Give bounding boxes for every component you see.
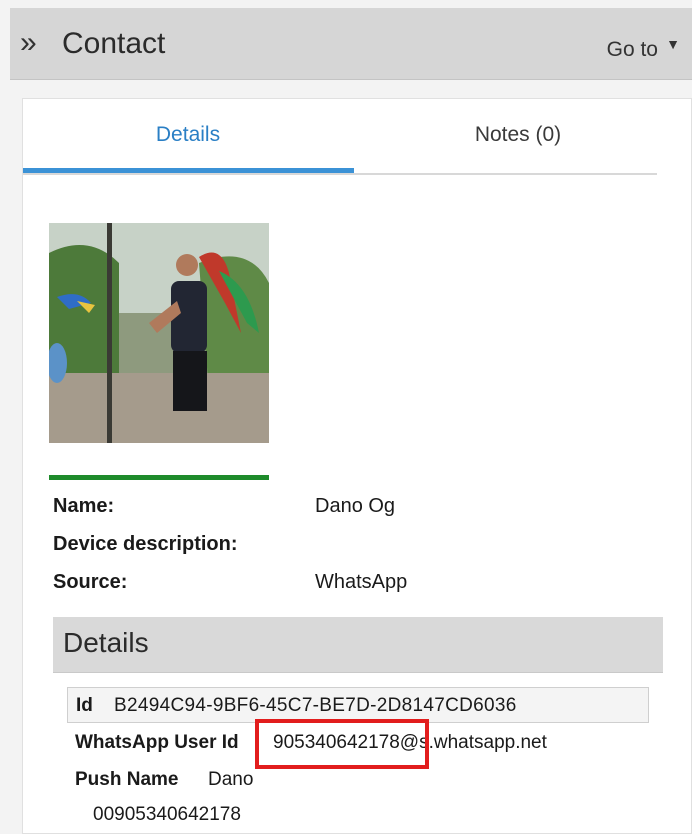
tab-notes[interactable]: Notes (0) bbox=[353, 99, 683, 175]
whatsapp-user-id-row: WhatsApp User Id bbox=[75, 732, 239, 754]
contact-photo[interactable] bbox=[49, 223, 269, 443]
caret-down-icon[interactable]: ▼ bbox=[666, 36, 680, 52]
expand-chevron-icon[interactable]: » bbox=[20, 28, 37, 58]
push-name-row: Push Name bbox=[75, 769, 178, 791]
push-name-value-row: Dano bbox=[208, 769, 253, 791]
phone-value: 00905340642178 bbox=[93, 804, 241, 825]
name-label: Name: bbox=[53, 495, 115, 517]
contact-panel: Details Notes (0) Name: Dano Og Device d… bbox=[22, 98, 692, 834]
contact-window: » Contact Go to ▼ Details Notes (0) Name… bbox=[0, 0, 692, 834]
tab-details[interactable]: Details bbox=[23, 99, 353, 175]
highlight-box bbox=[255, 719, 429, 769]
id-key: Id bbox=[76, 695, 93, 716]
device-description-label: Device description: bbox=[53, 533, 238, 555]
page-title: Contact bbox=[62, 27, 166, 60]
push-name-value: Dano bbox=[208, 769, 254, 790]
phone-row: 00905340642178 bbox=[93, 804, 241, 826]
id-field[interactable]: Id B2494C94-9BF6-45C7-BE7D-2D8147CD6036 bbox=[67, 687, 649, 723]
whatsapp-user-id-key: WhatsApp User Id bbox=[75, 732, 239, 753]
goto-menu[interactable]: Go to bbox=[607, 38, 658, 62]
source-value: WhatsApp bbox=[315, 571, 408, 593]
photo-status-bar bbox=[49, 475, 269, 480]
details-section-header: Details bbox=[53, 617, 663, 673]
contact-header: » Contact Go to ▼ bbox=[10, 8, 692, 80]
tab-bar: Details Notes (0) bbox=[23, 99, 657, 175]
id-value: B2494C94-9BF6-45C7-BE7D-2D8147CD6036 bbox=[114, 695, 517, 716]
details-section-title: Details bbox=[63, 627, 149, 658]
contact-photo-image bbox=[49, 223, 269, 443]
push-name-key: Push Name bbox=[75, 769, 179, 790]
source-label: Source: bbox=[53, 571, 128, 593]
active-tab-indicator bbox=[23, 168, 354, 173]
name-value: Dano Og bbox=[315, 495, 396, 517]
